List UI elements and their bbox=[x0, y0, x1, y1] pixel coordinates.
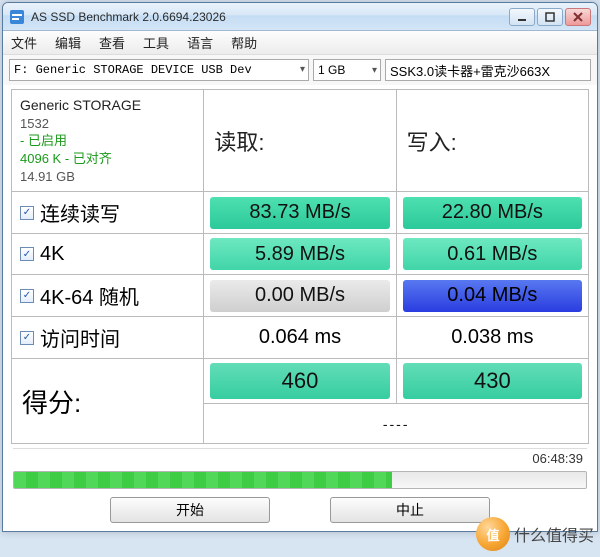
check-4k[interactable]: ✓ bbox=[20, 247, 34, 261]
note-field[interactable]: SSK3.0读卡器+雷克沙663X bbox=[385, 59, 591, 81]
row-4k64: ✓ 4K-64 随机 0.00 MB/s 0.04 MB/s bbox=[12, 275, 589, 317]
k4-write: 0.61 MB/s bbox=[403, 238, 582, 270]
row-access: ✓ 访问时间 0.064 ms 0.038 ms bbox=[12, 317, 589, 359]
menu-view[interactable]: 查看 bbox=[99, 33, 125, 52]
progress-fill bbox=[14, 472, 392, 488]
app-icon bbox=[9, 9, 25, 25]
score-write: 430 bbox=[403, 363, 582, 399]
stop-button[interactable]: 中止 bbox=[330, 497, 490, 523]
check-4k64[interactable]: ✓ bbox=[20, 289, 34, 303]
device-select[interactable]: F: Generic STORAGE DEVICE USB Dev bbox=[9, 59, 309, 81]
device-enabled: - 已启用 bbox=[20, 132, 195, 150]
menu-edit[interactable]: 编辑 bbox=[55, 33, 81, 52]
header-read: 读取: bbox=[204, 90, 396, 192]
device-capacity: 14.91 GB bbox=[20, 168, 195, 186]
menu-lang[interactable]: 语言 bbox=[187, 33, 213, 52]
k464-read: 0.00 MB/s bbox=[210, 280, 389, 312]
label-4k: 4K bbox=[40, 243, 64, 266]
k464-write: 0.04 MB/s bbox=[403, 280, 582, 312]
progress-bar bbox=[13, 471, 587, 489]
seq-read: 83.73 MB/s bbox=[210, 197, 389, 229]
seq-write: 22.80 MB/s bbox=[403, 197, 582, 229]
device-align: 4096 K - 已对齐 bbox=[20, 150, 195, 168]
minimize-button[interactable] bbox=[509, 8, 535, 26]
row-4k: ✓ 4K 5.89 MB/s 0.61 MB/s bbox=[12, 234, 589, 275]
acc-read: 0.064 ms bbox=[259, 326, 341, 348]
window-title: AS SSD Benchmark 2.0.6694.23026 bbox=[31, 10, 509, 24]
window-buttons bbox=[509, 8, 591, 26]
label-seq: 连续读写 bbox=[40, 198, 120, 227]
watermark: 值 什么值得买 bbox=[476, 517, 594, 551]
menubar: 文件 编辑 查看 工具 语言 帮助 bbox=[3, 31, 597, 55]
row-score: 得分: 460 430 bbox=[12, 359, 589, 404]
toolbar: F: Generic STORAGE DEVICE USB Dev 1 GB S… bbox=[3, 55, 597, 85]
score-total: ---- bbox=[336, 413, 456, 435]
acc-write: 0.038 ms bbox=[451, 326, 533, 348]
content-area: Generic STORAGE 1532 - 已启用 4096 K - 已对齐 … bbox=[3, 85, 597, 446]
device-name: Generic STORAGE bbox=[20, 96, 195, 115]
watermark-icon: 值 bbox=[476, 517, 510, 551]
watermark-text: 什么值得买 bbox=[514, 522, 594, 546]
menu-tools[interactable]: 工具 bbox=[143, 33, 169, 52]
size-select[interactable]: 1 GB bbox=[313, 59, 381, 81]
k4-read: 5.89 MB/s bbox=[210, 238, 389, 270]
device-model: 1532 bbox=[20, 115, 195, 133]
menu-file[interactable]: 文件 bbox=[11, 33, 37, 52]
start-button[interactable]: 开始 bbox=[110, 497, 270, 523]
check-seq[interactable]: ✓ bbox=[20, 206, 34, 220]
score-read: 460 bbox=[210, 363, 389, 399]
app-window: AS SSD Benchmark 2.0.6694.23026 文件 编辑 查看… bbox=[2, 2, 598, 532]
results-table: Generic STORAGE 1532 - 已启用 4096 K - 已对齐 … bbox=[11, 89, 589, 444]
score-label: 得分: bbox=[12, 359, 204, 444]
maximize-button[interactable] bbox=[537, 8, 563, 26]
menu-help[interactable]: 帮助 bbox=[231, 33, 257, 52]
row-seq: ✓ 连续读写 83.73 MB/s 22.80 MB/s bbox=[12, 192, 589, 234]
label-acc: 访问时间 bbox=[40, 323, 120, 352]
label-4k64: 4K-64 随机 bbox=[40, 281, 139, 310]
elapsed-time: 06:48:39 bbox=[13, 448, 587, 468]
device-info: Generic STORAGE 1532 - 已启用 4096 K - 已对齐 … bbox=[12, 90, 204, 192]
header-write: 写入: bbox=[396, 90, 588, 192]
check-acc[interactable]: ✓ bbox=[20, 331, 34, 345]
close-button[interactable] bbox=[565, 8, 591, 26]
titlebar[interactable]: AS SSD Benchmark 2.0.6694.23026 bbox=[3, 3, 597, 31]
